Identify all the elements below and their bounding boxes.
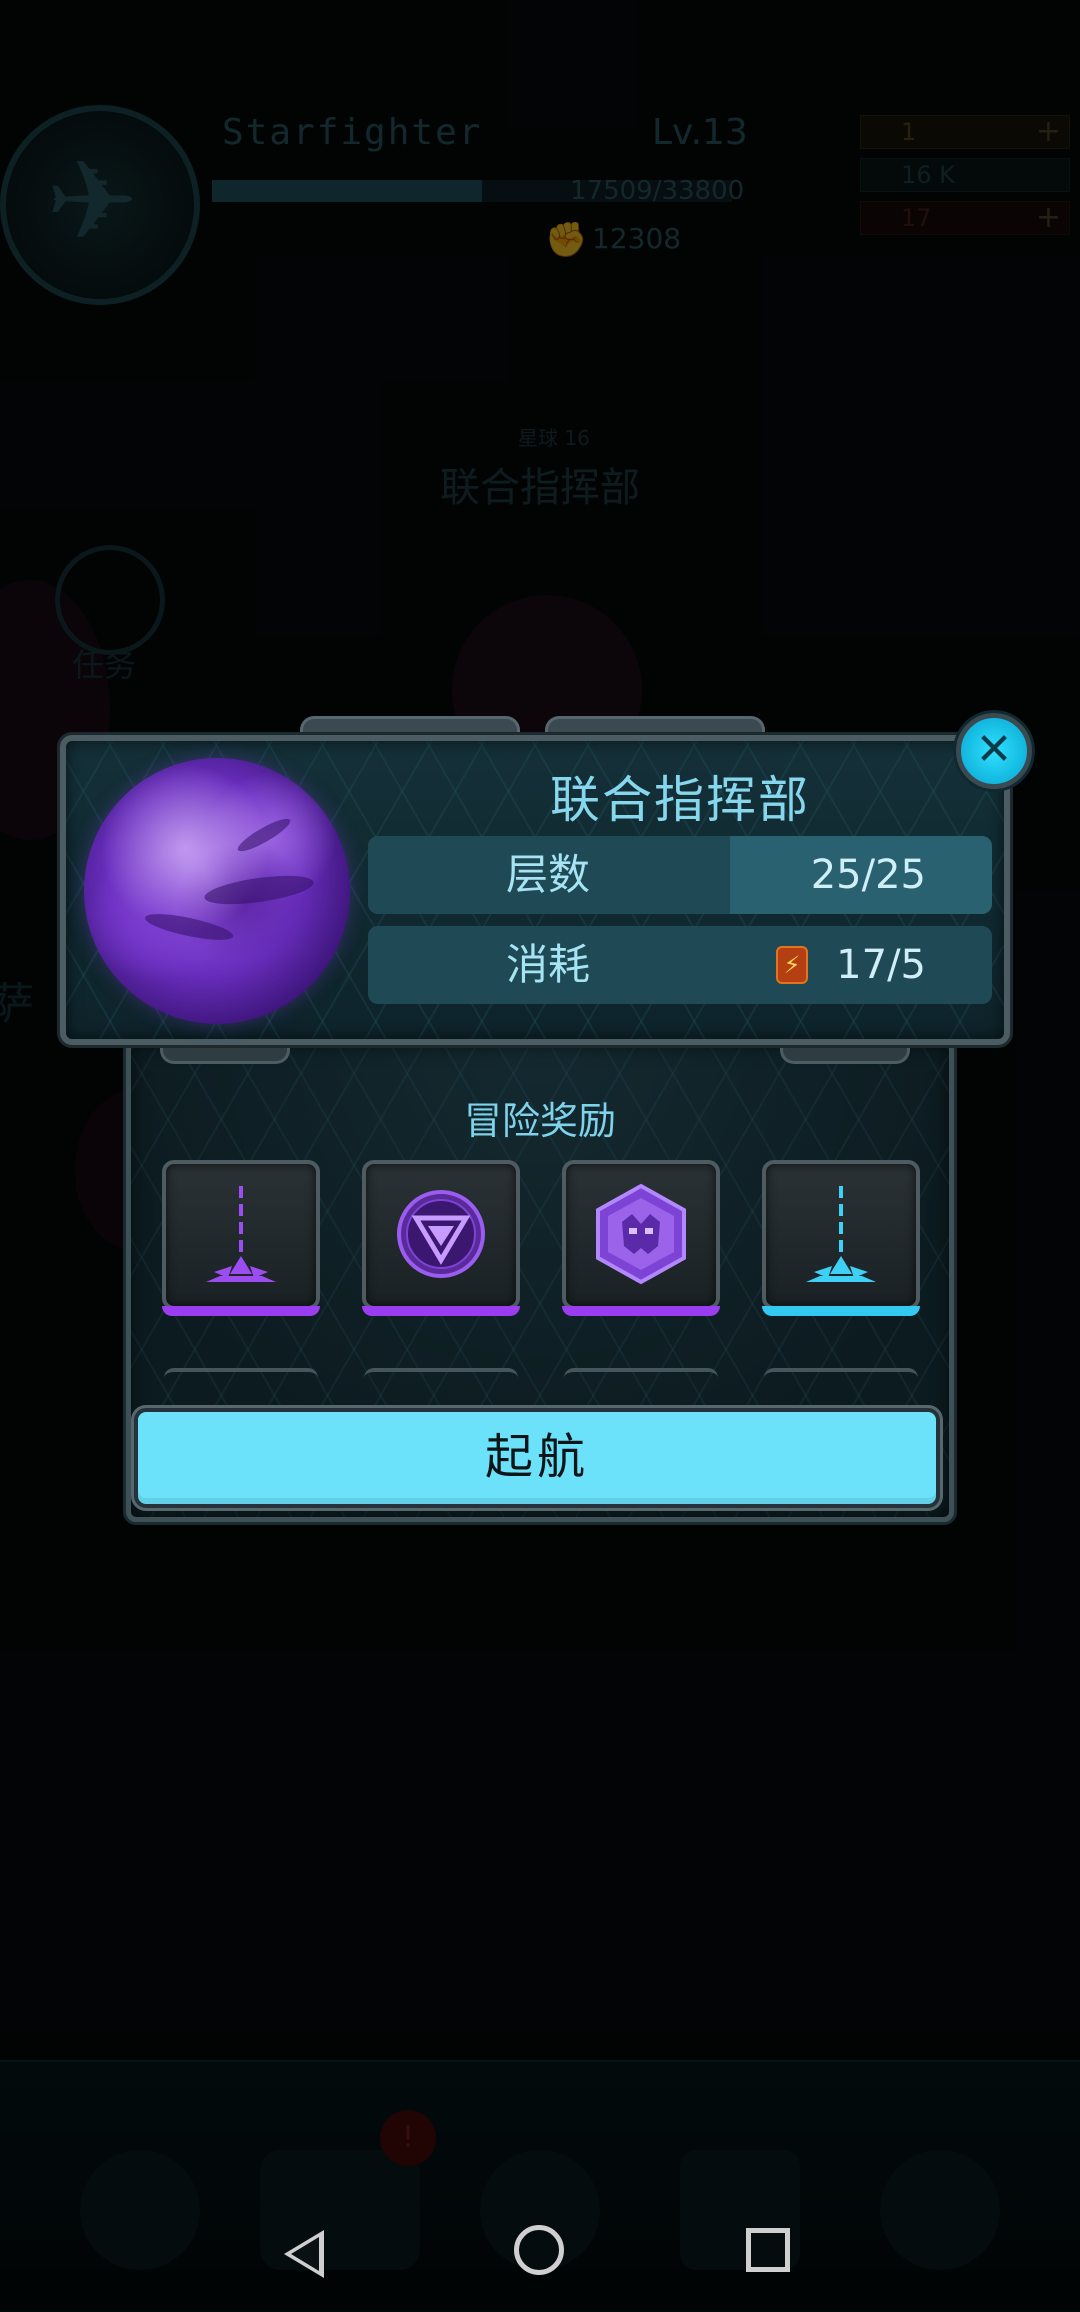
plus-icon[interactable]: +	[1036, 202, 1061, 234]
player-avatar: ✈	[0, 105, 200, 305]
xp-text: 17509/33800	[570, 176, 745, 206]
planet-image	[84, 758, 350, 1024]
player-level: Lv.13	[652, 112, 748, 153]
stat-row-cost: 消耗 ⚡ 17/5	[368, 926, 992, 1004]
task-icon[interactable]	[55, 545, 165, 655]
purple-missile-icon	[206, 1186, 276, 1282]
rewards-title: 冒险奖励	[463, 1099, 616, 1143]
stat-value: 17/5	[836, 942, 926, 988]
alert-badge-icon: !	[380, 2110, 436, 2166]
reward-slot[interactable]	[562, 1160, 720, 1316]
reward-slot[interactable]	[362, 1160, 520, 1316]
resource-gold-value: 1	[901, 118, 917, 146]
map-node-subtitle: 星球 16	[518, 426, 590, 450]
purple-hex-mask-icon	[596, 1183, 686, 1285]
stat-label: 消耗	[505, 940, 590, 989]
fist-icon: ✊	[545, 220, 588, 260]
close-icon: ✕	[975, 724, 1013, 775]
back-icon-inner	[291, 2237, 319, 2271]
task-label: 任务	[72, 646, 137, 684]
resource-energy-value: 17	[901, 204, 932, 232]
launch-button[interactable]: 起航	[134, 1408, 940, 1508]
cyan-missile-icon	[806, 1186, 876, 1282]
home-icon[interactable]	[514, 2225, 564, 2275]
power-value: 12308	[592, 222, 682, 255]
reward-slot-partial	[764, 1368, 918, 1378]
resource-crystal-value: 16 K	[901, 161, 955, 189]
rarity-bar	[762, 1306, 920, 1316]
rarity-bar	[562, 1306, 720, 1316]
rarity-bar	[162, 1306, 320, 1316]
purple-triangle-badge-icon	[397, 1190, 485, 1278]
stat-row-floors: 层数 25/25	[368, 836, 992, 914]
resource-crystal: 16 K	[860, 158, 1070, 192]
ship-icon: ✈	[46, 137, 139, 265]
map-node-title: 联合指挥部	[440, 465, 640, 511]
player-name: Starfighter	[222, 112, 483, 153]
map-node-label: 萨	[0, 979, 34, 1030]
dialog-title: 联合指挥部	[550, 771, 810, 829]
reward-slot-partial	[364, 1368, 518, 1378]
reward-slot-partial	[564, 1368, 718, 1378]
stat-label: 层数	[505, 850, 590, 899]
xp-bar-fill	[212, 180, 483, 202]
resource-energy[interactable]: 17 +	[860, 201, 1070, 235]
reward-slot[interactable]	[762, 1160, 920, 1316]
resource-gold[interactable]: 1 +	[860, 115, 1070, 149]
rarity-bar	[362, 1306, 520, 1316]
plus-icon[interactable]: +	[1036, 116, 1061, 148]
reward-slot-partial	[164, 1368, 318, 1378]
close-button[interactable]: ✕	[956, 713, 1032, 789]
stat-value: 25/25	[810, 852, 926, 898]
recent-apps-icon[interactable]	[746, 2228, 790, 2272]
energy-icon: ⚡	[776, 946, 808, 984]
reward-slot[interactable]	[162, 1160, 320, 1316]
